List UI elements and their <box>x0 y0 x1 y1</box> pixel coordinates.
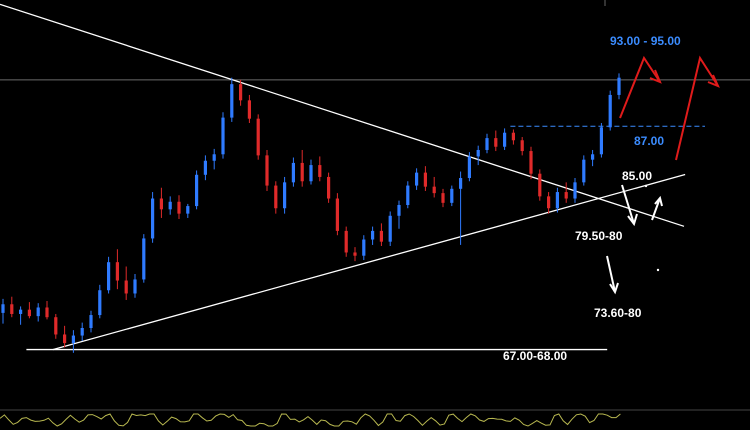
candle-body <box>247 100 251 119</box>
candle <box>599 123 603 158</box>
candle <box>582 155 586 186</box>
candle-body <box>441 193 445 203</box>
candle-body <box>423 172 427 187</box>
candle <box>467 152 471 182</box>
candle-body <box>89 315 93 328</box>
candle <box>107 256 111 294</box>
candle-body <box>300 162 304 182</box>
candle-body <box>107 262 111 291</box>
candle <box>608 90 612 131</box>
candle-body <box>10 304 14 314</box>
candle-body <box>564 192 568 199</box>
candle <box>344 226 348 257</box>
candle-body <box>591 154 595 160</box>
candle-body <box>415 172 419 186</box>
label-level-73-80: 73.60-80 <box>594 306 642 320</box>
candle-body <box>186 206 190 214</box>
label-level-67-68: 67.00-68.00 <box>503 349 567 363</box>
candle-body <box>45 307 49 318</box>
candle-body <box>617 77 621 95</box>
candle <box>265 149 269 191</box>
label-level-79-80: 79.50-80 <box>575 229 623 243</box>
candle-body <box>344 230 348 253</box>
candle-body <box>511 132 515 141</box>
candle-body <box>177 201 181 214</box>
candle-body <box>265 155 269 186</box>
candle-body <box>124 280 128 294</box>
label-target-93-95: 93.00 - 95.00 <box>610 34 681 48</box>
candle-body <box>212 154 216 161</box>
candle-body <box>327 176 331 199</box>
candle-body <box>54 317 58 335</box>
candle-body <box>335 198 339 231</box>
candle-body <box>256 118 260 156</box>
candle-body <box>397 205 401 216</box>
candle <box>283 176 287 214</box>
candle-body <box>195 174 199 207</box>
candle-body <box>203 160 207 175</box>
candle-body <box>168 201 172 210</box>
candle <box>221 112 225 159</box>
candle-body <box>353 252 357 256</box>
candle-body <box>36 307 40 317</box>
candle-body <box>151 198 155 239</box>
candle-body <box>318 165 322 177</box>
candle <box>538 169 542 201</box>
candle-body <box>599 127 603 155</box>
candle-body <box>63 334 67 344</box>
candle-body <box>133 279 137 294</box>
candle-body <box>309 165 313 182</box>
candle-body <box>230 84 234 118</box>
candle-body <box>291 162 295 183</box>
candle-body <box>1 304 5 313</box>
label-target-87: 87.00 <box>634 134 664 148</box>
candle-body <box>555 192 559 209</box>
candle-body <box>459 178 463 189</box>
candle <box>151 192 155 243</box>
candle <box>335 193 339 236</box>
candle <box>388 211 392 246</box>
candle-body <box>27 309 31 317</box>
dot-marker <box>644 184 648 188</box>
candle-body <box>221 117 225 155</box>
candle-body <box>388 215 392 242</box>
candle-body <box>582 159 586 183</box>
candle <box>256 114 260 160</box>
candle-body <box>520 140 524 152</box>
candle-body <box>71 335 75 344</box>
candle-body <box>608 94 612 128</box>
candle-body <box>371 230 375 240</box>
candle-body <box>476 149 480 157</box>
candle-body <box>115 262 119 281</box>
candle-body <box>538 173 542 197</box>
dot-marker <box>656 268 660 272</box>
candle-body <box>529 151 533 174</box>
candle-body <box>485 138 489 150</box>
candle-body <box>432 186 436 194</box>
candle-body <box>283 182 287 209</box>
candle <box>142 234 146 283</box>
label-level-85: 85.00 <box>622 169 652 183</box>
candle-body <box>573 182 577 199</box>
candle-body <box>19 309 23 314</box>
candle-body <box>98 290 102 316</box>
candle <box>230 77 234 122</box>
candle-body <box>362 239 366 256</box>
candle <box>327 172 331 203</box>
candle-body <box>467 156 471 179</box>
candle-body <box>494 138 498 147</box>
candle-body <box>142 238 146 280</box>
candle-body <box>159 198 163 210</box>
candle-body <box>80 328 84 336</box>
candle-body <box>450 188 454 203</box>
candle-body <box>239 84 243 101</box>
candle-body <box>274 185 278 209</box>
candle-body <box>379 230 383 242</box>
candle-body <box>503 132 507 147</box>
candle-body <box>547 196 551 209</box>
candle-body <box>406 185 410 205</box>
price-chart: 93.00 - 95.00 87.00 85.00 79.50-80 73.60… <box>0 0 750 430</box>
candle <box>195 170 199 210</box>
